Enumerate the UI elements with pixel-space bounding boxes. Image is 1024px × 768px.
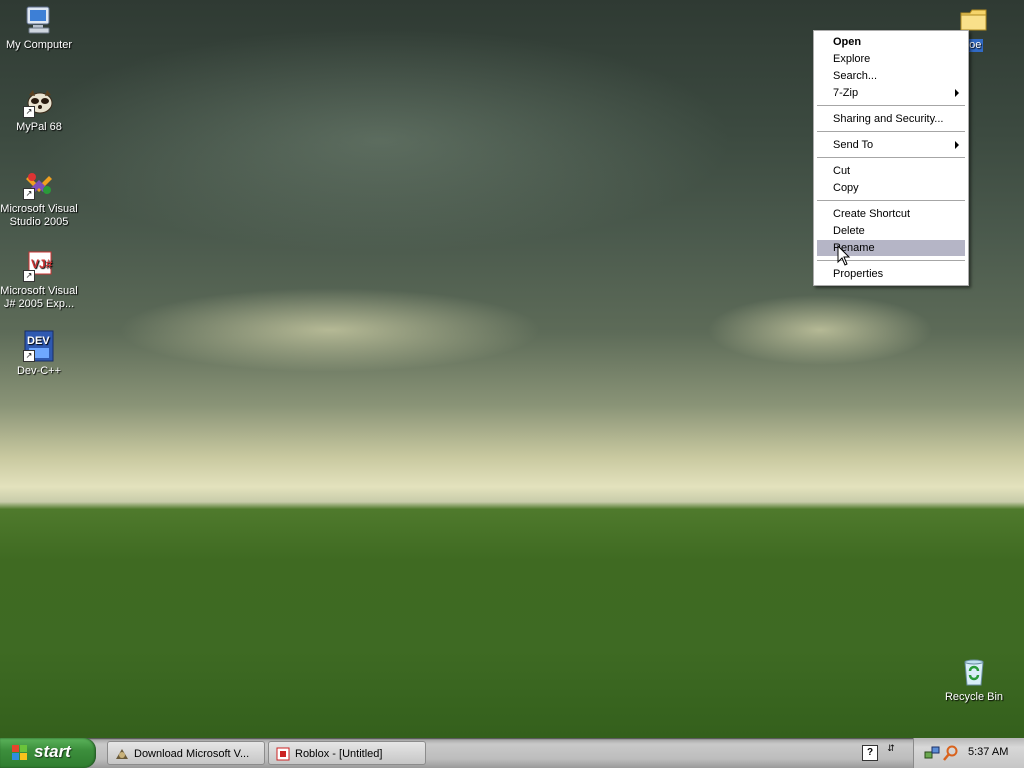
shortcut-arrow-icon: ↗ xyxy=(23,350,35,362)
recycle-bin-icon xyxy=(958,656,990,688)
desktop-icon-visual-jsharp[interactable]: VJ# ↗ Microsoft Visual J# 2005 Exp... xyxy=(0,250,78,311)
menu-separator xyxy=(817,105,965,106)
menu-item-copy[interactable]: Copy xyxy=(817,180,965,196)
visual-studio-icon: ↗ xyxy=(23,168,55,200)
icon-label: Microsoft Visual Studio 2005 xyxy=(0,203,78,228)
desktop-icon-visual-studio[interactable]: ↗ Microsoft Visual Studio 2005 xyxy=(0,168,78,229)
taskbar-button-download[interactable]: Download Microsoft V... xyxy=(107,741,265,765)
windows-logo-icon xyxy=(12,745,28,761)
svg-text:VJ#: VJ# xyxy=(31,257,53,271)
desktop-icon-recycle-bin[interactable]: Recycle Bin xyxy=(935,656,1013,704)
desktop-icon-mypal[interactable]: ↗ MyPal 68 xyxy=(0,86,78,134)
icon-label: Dev-C++ xyxy=(16,365,62,377)
my-computer-icon xyxy=(23,4,55,36)
chevron-down-icon[interactable]: ⇵ xyxy=(886,744,896,762)
menu-item-create-shortcut[interactable]: Create Shortcut xyxy=(817,206,965,222)
taskbar-button-roblox[interactable]: Roblox - [Untitled] xyxy=(268,741,426,765)
shortcut-arrow-icon: ↗ xyxy=(23,188,35,200)
menu-item-7zip[interactable]: 7-Zip xyxy=(817,85,965,101)
icon-label: MyPal 68 xyxy=(16,121,62,133)
icon-label: Recycle Bin xyxy=(944,691,1004,703)
desktop-icon-dev-cpp[interactable]: DEV ↗ Dev-C++ xyxy=(0,330,78,378)
mypal-icon: ↗ xyxy=(23,86,55,118)
network-icon[interactable] xyxy=(924,745,940,761)
clock[interactable]: 5:37 AM xyxy=(968,746,1008,758)
icon-label: Microsoft Visual J# 2005 Exp... xyxy=(0,285,78,310)
menu-item-send-to[interactable]: Send To xyxy=(817,137,965,153)
search-icon[interactable] xyxy=(943,745,959,761)
help-icon[interactable]: ? xyxy=(862,745,878,761)
desktop: My Computer ↗ MyPal 68 ↗ Microsoft Visua… xyxy=(0,0,1024,738)
menu-item-open[interactable]: Open xyxy=(817,34,965,50)
shortcut-arrow-icon: ↗ xyxy=(23,106,35,118)
svg-text:DEV: DEV xyxy=(27,335,50,347)
menu-item-delete[interactable]: Delete xyxy=(817,223,965,239)
menu-separator xyxy=(817,157,965,158)
menu-item-sharing-security[interactable]: Sharing and Security... xyxy=(817,111,965,127)
taskbar: start Download Microsoft V... Roblox - [… xyxy=(0,738,1024,768)
desktop-icon-my-computer[interactable]: My Computer xyxy=(0,4,78,52)
menu-item-cut[interactable]: Cut xyxy=(817,163,965,179)
taskbar-button-label: Download Microsoft V... xyxy=(134,748,250,760)
shortcut-arrow-icon: ↗ xyxy=(23,270,35,282)
submenu-arrow-icon xyxy=(955,141,959,149)
start-label: start xyxy=(34,742,71,761)
icon-label: My Computer xyxy=(5,39,73,51)
menu-item-search[interactable]: Search... xyxy=(817,68,965,84)
submenu-arrow-icon xyxy=(955,89,959,97)
mouse-cursor-icon xyxy=(837,245,851,266)
download-icon xyxy=(114,746,130,762)
dev-cpp-icon: DEV ↗ xyxy=(23,330,55,362)
menu-item-properties[interactable]: Properties xyxy=(817,266,965,282)
roblox-icon xyxy=(275,746,291,762)
system-tray: 5:37 AM xyxy=(913,738,1024,768)
visual-jsharp-icon: VJ# ↗ xyxy=(23,250,55,282)
taskbar-button-label: Roblox - [Untitled] xyxy=(295,748,383,760)
menu-separator xyxy=(817,200,965,201)
menu-item-explore[interactable]: Explore xyxy=(817,51,965,67)
start-button[interactable]: start xyxy=(0,738,96,768)
menu-separator xyxy=(817,131,965,132)
